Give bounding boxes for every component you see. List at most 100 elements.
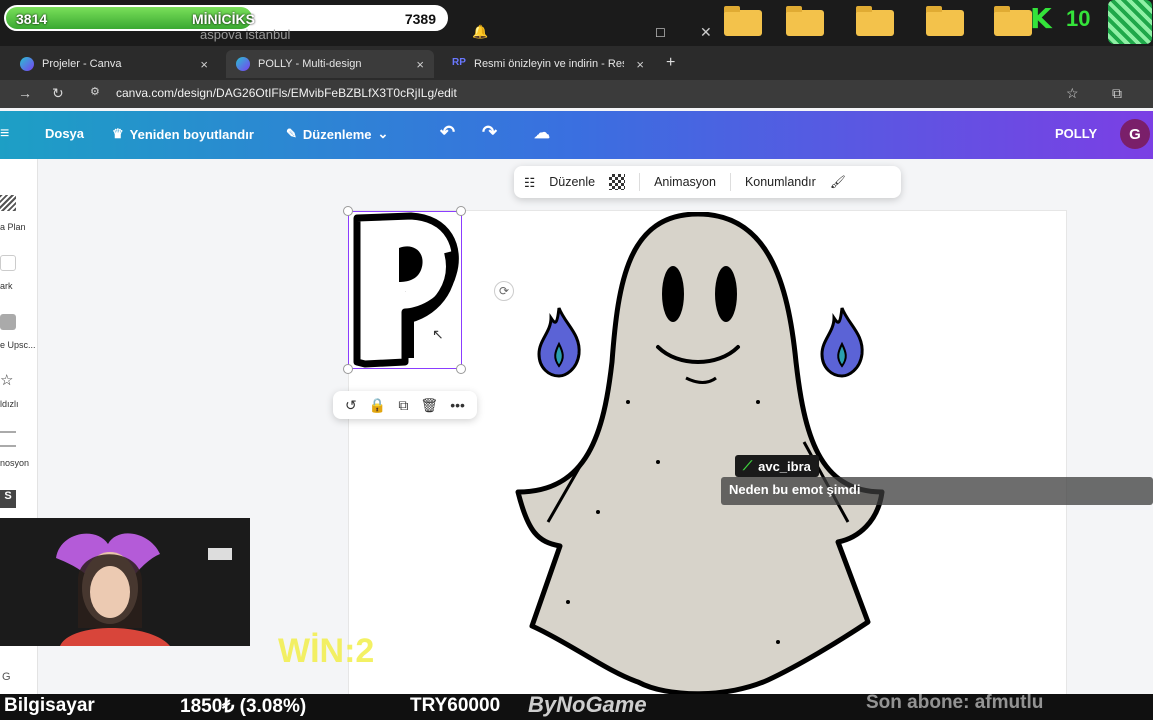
channel-count-label: 10 xyxy=(1066,6,1091,31)
extensions-icon[interactable]: ⧉ xyxy=(1112,85,1122,102)
crown-icon: ♛ xyxy=(112,126,124,141)
tab-label: Projeler - Canva xyxy=(42,58,122,70)
chat-username-badge: ⟋ avc_ibra xyxy=(735,455,819,477)
ticker-item-label: Bilgisayar xyxy=(4,695,95,716)
divider xyxy=(729,173,731,191)
resize-button[interactable]: ♛ Yeniden boyutlandır xyxy=(112,126,254,142)
channel-k-logo: K xyxy=(1030,2,1052,35)
selection-box xyxy=(348,211,462,369)
sidebar-item-starred[interactable]: ldızlı xyxy=(0,399,38,409)
menu-icon[interactable]: ≡ xyxy=(0,125,9,143)
ticker-total: TRY60000 xyxy=(410,695,501,716)
chat-username: avc_ibra xyxy=(758,458,811,474)
ticker-price: 1850₺ (3.08%) xyxy=(180,696,307,717)
webcam-feed xyxy=(0,518,250,646)
goal-right-value: 7389 xyxy=(404,11,436,27)
bookmark-star-icon[interactable]: ☆ xyxy=(1066,85,1079,102)
close-window-icon[interactable]: ✕ xyxy=(700,24,712,41)
sidebar-item-plan[interactable]: a Plan xyxy=(0,222,38,232)
goal-title: MİNİCİKS xyxy=(192,11,255,27)
taskbar-search-text: aspova istanbul xyxy=(200,27,291,42)
edit-image-button[interactable]: Düzenle xyxy=(549,175,595,189)
sponsor-logo: ByNoGame xyxy=(528,692,647,717)
pattern-tile-icon xyxy=(1108,0,1152,44)
new-tab-button[interactable]: + xyxy=(666,54,675,72)
desktop-folder-icon[interactable] xyxy=(994,6,1032,36)
comment-icon[interactable]: ↺ xyxy=(345,397,357,414)
chevron-down-icon: ⌄ xyxy=(377,126,389,141)
bell-icon[interactable]: 🔔 xyxy=(472,24,488,40)
url-field[interactable]: canva.com/design/DAG26OtIFls/EMvibFeBZBL… xyxy=(116,86,457,100)
tab-polly[interactable]: POLLY - Multi-design × xyxy=(226,50,434,78)
maximize-icon[interactable]: ☐ xyxy=(655,26,666,40)
resize-handle[interactable] xyxy=(343,206,353,216)
element-quick-actions: ↺ 🔒 ⧉ 🗑 ••• xyxy=(333,391,477,419)
address-bar: → ↻ ⚙ canva.com/design/DAG26OtIFls/EMvib… xyxy=(0,80,1153,108)
redo-icon[interactable]: ↷ xyxy=(482,122,497,143)
cloud-sync-icon[interactable]: ☁ xyxy=(534,123,550,143)
sword-icon: ⟋ xyxy=(743,458,753,473)
tab-label: POLLY - Multi-design xyxy=(258,58,362,70)
editing-mode-button[interactable]: ✎ Düzenleme ⌄ xyxy=(286,126,388,142)
design-title[interactable]: POLLY xyxy=(1055,126,1097,141)
tab-projeler[interactable]: Projeler - Canva × xyxy=(10,50,218,78)
close-tab-icon[interactable]: × xyxy=(200,57,208,72)
stream-top-bar: 3814 MİNİCİKS 7389 aspova istanbul 🔔 ☐ ✕… xyxy=(0,0,1153,46)
blue-flame-right[interactable] xyxy=(818,306,866,378)
tab-resmi[interactable]: RP Resmi önizleyin ve indirin - Res × xyxy=(442,50,654,78)
adjust-icon[interactable]: ☷ xyxy=(524,175,535,190)
user-avatar[interactable]: G xyxy=(1120,119,1150,149)
desktop-folder-icon[interactable] xyxy=(926,6,964,36)
motion-icon xyxy=(0,431,16,447)
desktop-folder-icon[interactable] xyxy=(856,6,894,36)
app-badge-icon: S xyxy=(0,490,16,508)
blue-flame-left[interactable] xyxy=(535,306,583,378)
sidebar-item-animation[interactable]: nosyon xyxy=(0,458,38,468)
resize-handle[interactable] xyxy=(343,364,353,374)
resize-handle[interactable] xyxy=(456,364,466,374)
canva-icon xyxy=(20,57,34,71)
help-icon[interactable]: G xyxy=(2,671,11,683)
sidebar-item-upscale[interactable]: e Upsc... xyxy=(0,340,38,350)
animation-button[interactable]: Animasyon xyxy=(654,175,716,189)
tab-label: Resmi önizleyin ve indirin - Res xyxy=(474,58,624,70)
lock-icon[interactable]: 🔒 xyxy=(369,397,386,414)
paint-roller-icon[interactable]: 🖌 xyxy=(830,175,846,190)
canva-editor-header: ≡ Dosya ♛ Yeniden boyutlandır ✎ Düzenlem… xyxy=(0,111,1153,159)
pattern-icon xyxy=(0,195,16,211)
resize-handle[interactable] xyxy=(456,206,466,216)
pencil-icon: ✎ xyxy=(286,126,297,141)
reload-icon[interactable]: ↻ xyxy=(52,85,64,102)
resize-label: Yeniden boyutlandır xyxy=(129,126,254,142)
desktop-folder-icon[interactable] xyxy=(786,6,824,36)
blank-icon xyxy=(0,255,16,271)
streamer-image xyxy=(0,518,250,646)
ghost-illustration[interactable] xyxy=(508,212,888,696)
image-icon xyxy=(0,314,16,330)
editing-label: Düzenleme xyxy=(302,126,372,142)
undo-icon[interactable]: ↶ xyxy=(440,122,455,143)
last-subscriber-text: Son abone: afmutlu xyxy=(866,692,1044,713)
duplicate-icon[interactable]: ⧉ xyxy=(398,397,408,414)
file-menu-button[interactable]: Dosya xyxy=(45,126,84,141)
divider xyxy=(639,173,641,191)
close-tab-icon[interactable]: × xyxy=(416,57,424,72)
rp-icon: RP xyxy=(452,57,466,68)
site-info-icon[interactable]: ⚙ xyxy=(90,85,100,98)
canva-icon xyxy=(236,57,250,71)
browser-tab-strip: Projeler - Canva × POLLY - Multi-design … xyxy=(0,46,1153,80)
chat-message: Neden bu emot şimdi xyxy=(721,477,1153,505)
element-toolbar: ☷ Düzenle Animasyon Konumlandır 🖌 xyxy=(514,166,901,198)
position-button[interactable]: Konumlandır xyxy=(745,175,816,189)
sidebar-item-ark[interactable]: ark xyxy=(0,281,38,291)
win-counter: WİN:2 xyxy=(278,632,375,670)
close-tab-icon[interactable]: × xyxy=(636,57,644,72)
transparency-icon[interactable] xyxy=(609,174,626,190)
cursor-icon: ↖ xyxy=(432,326,444,342)
star-icon: ☆ xyxy=(0,372,14,389)
desktop-folder-icon[interactable] xyxy=(724,6,762,36)
goal-left-value: 3814 xyxy=(16,11,48,27)
trash-icon[interactable]: 🗑 xyxy=(420,397,438,414)
more-options-icon[interactable]: ••• xyxy=(450,397,465,413)
forward-icon[interactable]: → xyxy=(18,85,32,101)
